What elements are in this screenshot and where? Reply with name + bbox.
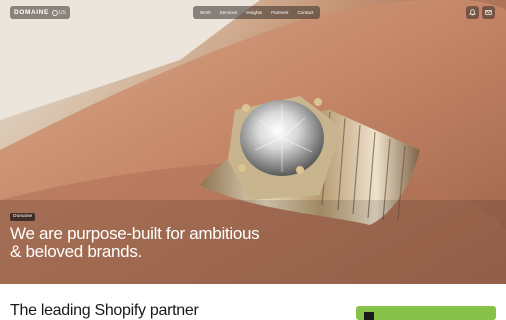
section-title: The leading Shopify partner: [10, 302, 199, 319]
top-navigation: DOMAINE US Work Services Insights Partne…: [0, 0, 506, 26]
hero-section: DOMAINE US Work Services Insights Partne…: [0, 0, 506, 284]
hero-tag: Domaine: [10, 213, 36, 221]
promo-card[interactable]: [356, 306, 496, 320]
logo-text: DOMAINE: [14, 9, 49, 16]
region-badge: US: [51, 9, 66, 16]
globe-icon: [51, 9, 58, 16]
nav-item-services[interactable]: Services: [216, 6, 242, 19]
hero-headline: We are purpose-built for ambitious & bel…: [10, 224, 260, 261]
main-nav: Work Services Insights Partners Contact: [193, 6, 321, 19]
contact-button[interactable]: [482, 6, 495, 19]
logo[interactable]: DOMAINE US: [10, 6, 70, 19]
nav-item-insights[interactable]: Insights: [242, 6, 266, 19]
nav-item-work[interactable]: Work: [196, 6, 215, 19]
region-label: US: [58, 9, 66, 16]
promo-badge: [364, 312, 374, 320]
nav-item-contact[interactable]: Contact: [293, 6, 317, 19]
mail-icon: [485, 10, 492, 15]
nav-item-partners[interactable]: Partners: [267, 6, 292, 19]
bell-icon: [469, 9, 476, 16]
notification-button[interactable]: [466, 6, 479, 19]
